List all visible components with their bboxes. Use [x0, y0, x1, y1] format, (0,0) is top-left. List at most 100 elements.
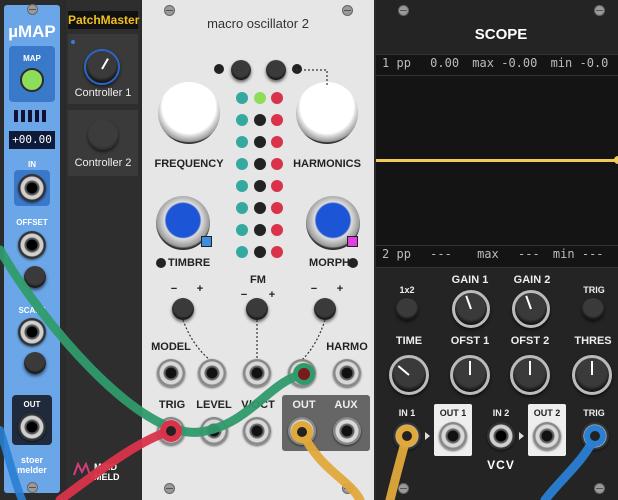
level-label: LEVEL [196, 399, 232, 411]
mindmeld-brand: MIND MELD [94, 462, 120, 482]
voct-jack[interactable] [243, 417, 271, 445]
umap-title: µMAP [8, 22, 56, 41]
out2-jack[interactable] [533, 422, 561, 450]
gain2-knob[interactable] [512, 290, 550, 328]
trig-jack[interactable] [157, 417, 185, 445]
trig-label: TRIG [583, 285, 605, 295]
scope-module: SCOPE 1 pp 0.00 max -0.00 min -0.0 2 pp … [376, 0, 618, 500]
trig-label: TRIG [158, 399, 186, 411]
ch2-pp-label: pp [396, 247, 411, 261]
umap-module: µMAP MAP +00.00 IN OFFSET SCALE OUT stoe… [0, 0, 64, 500]
ch2-max-label: max [477, 247, 499, 261]
ch1-min-label: min [550, 56, 573, 70]
screw [164, 483, 175, 494]
x2-button[interactable] [396, 298, 418, 320]
scope-title: SCOPE [474, 26, 528, 43]
arrow-right-icon [519, 432, 524, 440]
morph-cv-jack[interactable] [288, 359, 316, 387]
scale-label: SCALE [18, 306, 46, 315]
ch1-max-label: max [472, 56, 494, 70]
controller2-label: Controller 2 [74, 157, 132, 169]
trig-in-jack[interactable] [581, 422, 609, 450]
out1-label: OUT 1 [439, 408, 467, 418]
offset-label: OFFSET [16, 218, 48, 227]
controller2-button[interactable] [88, 120, 118, 150]
scope-trace [376, 159, 618, 162]
ofst1-knob[interactable] [450, 355, 490, 395]
map-label: MAP [23, 54, 41, 63]
scope-display [376, 54, 618, 268]
aux-label: AUX [334, 399, 358, 411]
ch1-pp-value: 0.00 [430, 56, 460, 70]
patchmaster-title: PatchMaster [68, 11, 140, 29]
model-cv-jack[interactable] [157, 359, 185, 387]
ch2-label: 2 [382, 247, 390, 261]
out1-jack[interactable] [439, 422, 467, 450]
fm-cv-jack[interactable] [243, 359, 271, 387]
arrow-right-icon [425, 432, 430, 440]
scope-stats-ch2: 2 pp --- max --- min --- [382, 247, 618, 261]
led-meter [14, 110, 50, 122]
thres-knob[interactable] [572, 355, 612, 395]
screw [594, 483, 605, 494]
out-jack[interactable] [18, 413, 46, 441]
screw [342, 483, 353, 494]
map-button[interactable] [20, 68, 44, 92]
voct-label: V/OCT [241, 399, 275, 411]
gain1-knob[interactable] [452, 290, 490, 328]
scope-stats-ch1: 1 pp 0.00 max -0.00 min -0.0 [382, 56, 618, 70]
in2-label: IN 2 [492, 408, 510, 418]
trig-button[interactable] [582, 298, 604, 320]
ch1-pp-label: pp [396, 56, 411, 70]
ch2-min-value: --- [581, 247, 604, 261]
vcv-logo: VCV [487, 458, 515, 472]
trig-in-label: TRIG [583, 408, 605, 418]
scale-jack[interactable] [18, 318, 46, 346]
out2-label: OUT 2 [533, 408, 561, 418]
thres-label: THRES [574, 335, 612, 347]
in-jack[interactable] [18, 174, 46, 202]
in2-jack[interactable] [487, 422, 515, 450]
timbre-cv-jack[interactable] [198, 359, 226, 387]
aux-jack[interactable] [333, 417, 361, 445]
time-label: TIME [395, 335, 423, 347]
gain1-label: GAIN 1 [451, 274, 489, 286]
ch1-max-value: -0.00 [501, 56, 538, 70]
out-label: OUT [23, 400, 41, 409]
time-knob[interactable] [389, 355, 429, 395]
controller1-knob[interactable] [84, 49, 120, 85]
scale-knob[interactable] [24, 352, 46, 374]
macro-oscillator-module: macro oscillator 2 FREQUENCY HARMONICS T… [142, 0, 374, 500]
offset-knob[interactable] [24, 266, 46, 288]
controller1-label: Controller 1 [74, 87, 132, 99]
ofst2-knob[interactable] [510, 355, 550, 395]
ch2-min-label: min [552, 247, 575, 261]
harmo-label: HARMO [326, 341, 368, 353]
in1-label: IN 1 [398, 408, 416, 418]
ofst2-label: OFST 2 [510, 335, 550, 347]
out-label: OUT [292, 399, 316, 411]
in1-jack[interactable] [393, 422, 421, 450]
offset-jack[interactable] [18, 231, 46, 259]
screw [398, 5, 409, 16]
gain2-label: GAIN 2 [513, 274, 551, 286]
value-display: +00.00 [9, 131, 55, 149]
ch2-max-value: --- [518, 247, 540, 261]
x2-label: 1x2 [399, 285, 415, 295]
screw [398, 483, 409, 494]
screw [27, 482, 38, 493]
level-jack[interactable] [200, 417, 228, 445]
ch2-pp-value: --- [430, 247, 452, 261]
model-label: MODEL [151, 341, 191, 353]
screw [594, 5, 605, 16]
ofst1-label: OFST 1 [450, 335, 490, 347]
mindmeld-logo-icon [73, 461, 91, 476]
ch1-label: 1 [382, 56, 390, 70]
umap-brand: stoer melder [17, 455, 47, 475]
patchmaster-module: PatchMaster Controller 1 Controller 2 MI… [66, 0, 140, 500]
in-label: IN [28, 160, 36, 169]
ch1-min-value: -0.0 [579, 56, 609, 70]
out-jack[interactable] [288, 417, 316, 445]
harmo-cv-jack[interactable] [333, 359, 361, 387]
screw [27, 4, 38, 15]
